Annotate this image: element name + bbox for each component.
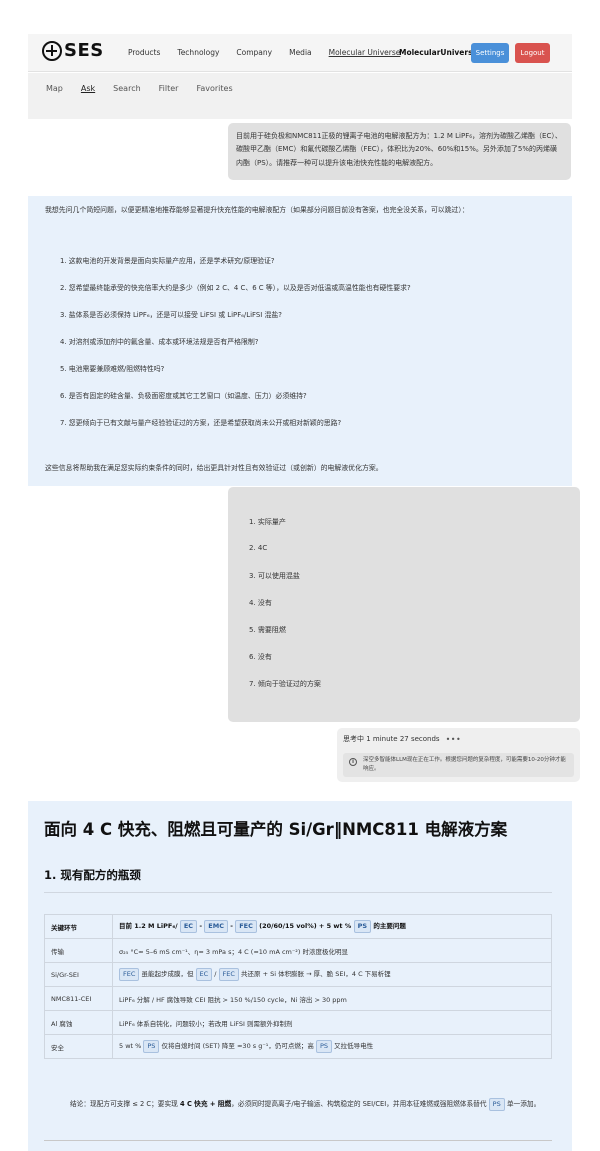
- loading-dots-icon: •••: [445, 734, 462, 744]
- answer-item: 5. 需要阻燃: [249, 626, 286, 634]
- logo-mark-icon: [42, 40, 62, 61]
- thinking-status: 思考中 1 minute 27 seconds ••• i 深空多智能体LLM现…: [337, 728, 580, 782]
- table-header-value: 目前 1.2 M LiPF₆/ EC - EMC - FEC (20/60/15…: [112, 914, 552, 939]
- question-item: 3. 盐体系是否必须保持 LiPF₆，还是可以接受 LiFSI 或 LiPF₆/…: [60, 311, 282, 319]
- table-row: Al 腐蚀 LiPF₆ 体系自钝化，问题较小；若改用 LiFSI 则需额外抑制剂: [44, 1010, 552, 1035]
- conclusion-part: 结论：现配方可支撑 ≤ 2 C；要实现: [70, 1100, 180, 1108]
- thinking-label: 思考中 1 minute 27 seconds: [343, 735, 440, 743]
- nav-media[interactable]: Media: [289, 48, 312, 57]
- header-text: (20/60/15 vol%) + 5 wt %: [259, 922, 352, 930]
- question-item: 6. 是否有固定的硅含量、负极面密度或其它工艺窗口（如温度、压力）必须维持?: [60, 392, 307, 400]
- tab-map[interactable]: Map: [46, 84, 63, 93]
- question-item: 1. 这款电池的开发背景是面向实际量产应用，还是学术研究/原理验证?: [60, 257, 275, 265]
- table-row: 传输 σ₂₅ °C≈ 5–6 mS cm⁻¹、η≈ 3 mPa s；4 C (≈…: [44, 938, 552, 963]
- row-text: 共还原 + Si 体积膨胀 → 厚、脆 SEI，4 C 下易析锂: [241, 970, 391, 978]
- section-divider: [44, 892, 552, 893]
- answer-item: 2. 4C: [249, 544, 268, 552]
- tab-search[interactable]: Search: [113, 84, 140, 93]
- nav-molecular-universe[interactable]: Molecular Universe: [329, 48, 401, 57]
- tag-ec[interactable]: EC: [195, 968, 213, 981]
- settings-button[interactable]: Settings: [471, 43, 509, 63]
- tab-filter[interactable]: Filter: [159, 84, 179, 93]
- conclusion-part: 单一添加。: [506, 1100, 541, 1108]
- header-text: 的主要问题: [373, 922, 406, 930]
- info-icon: i: [349, 758, 357, 766]
- row-text: 虽能起步成膜，但: [141, 970, 194, 978]
- conclusion-part: ，必须同时提高离子/电子输运、构筑稳定的 SEI/CEI，并用本征难燃或强阻燃体…: [231, 1100, 487, 1108]
- tag-ec[interactable]: EC: [179, 920, 198, 933]
- row-value: LiPF₆ 分解 / HF 腐蚀导致 CEI 阻抗 > 150 %/150 cy…: [112, 986, 552, 1011]
- table-row: Si/Gr-SEI FEC 虽能起步成膜，但 EC / FEC 共还原 + Si…: [44, 962, 552, 987]
- tag-ps[interactable]: PS: [353, 920, 372, 933]
- notice-text: 深空多智能体LLM现在正在工作。根据您问题的复杂程度，可能需要10-20分钟才能…: [363, 757, 566, 772]
- question-item: 7. 您更倾向于已有文献与量产经验验证过的方案，还是希望获取尚未公开或相对新颖的…: [60, 419, 342, 427]
- row-key: 传输: [44, 938, 113, 963]
- table-header-key: 关键环节: [44, 914, 113, 939]
- answer-item: 3. 可以使用混盐: [249, 572, 300, 580]
- ses-logo[interactable]: SES: [42, 40, 104, 61]
- row-key: NMC811-CEI: [44, 986, 113, 1011]
- row-key: Si/Gr-SEI: [44, 962, 113, 987]
- row-value: σ₂₅ °C≈ 5–6 mS cm⁻¹、η≈ 3 mPa s；4 C (≈10 …: [112, 938, 552, 963]
- table-header-row: 关键环节 目前 1.2 M LiPF₆/ EC - EMC - FEC (20/…: [44, 914, 552, 939]
- answer-item: 4. 没有: [249, 599, 272, 607]
- row-text: 5 wt %: [119, 1042, 142, 1050]
- notice-box: i 深空多智能体LLM现在正在工作。根据您问题的复杂程度，可能需要10-20分钟…: [343, 753, 574, 777]
- report-panel: 面向 4 C 快充、阻燃且可量产的 Si/Gr‖NMC811 电解液方案 1. …: [28, 801, 572, 1151]
- answer-item: 1. 实际量产: [249, 518, 286, 526]
- row-key: Al 腐蚀: [44, 1010, 113, 1035]
- row-value: FEC 虽能起步成膜，但 EC / FEC 共还原 + Si 体积膨胀 → 厚、…: [112, 962, 552, 987]
- question-item: 2. 您希望最终能承受的快充倍率大约是多少（例如 2 C、4 C、6 C 等），…: [60, 284, 411, 292]
- table-row: 安全 5 wt % PS 仅将自熄时间 (SET) 降至 ≈30 s g⁻¹，仍…: [44, 1034, 552, 1059]
- conclusion-emphasis: 4 C 快充 + 阻燃: [179, 1100, 232, 1108]
- row-text: 仅将自熄时间 (SET) 降至 ≈30 s g⁻¹，仍可点燃；高: [161, 1042, 314, 1050]
- tab-favorites[interactable]: Favorites: [196, 84, 232, 93]
- tag-fec[interactable]: FEC: [218, 968, 239, 981]
- question-item: 5. 电池需要兼顾难燃/阻燃特性吗?: [60, 365, 165, 373]
- row-key: 安全: [44, 1034, 113, 1059]
- user-message: 目前用于硅负极和NMC811正极的锂离子电池的电解液配方为：1.2 M LiPF…: [228, 123, 571, 180]
- row-value: LiPF₆ 体系自钝化，问题较小；若改用 LiFSI 则需额外抑制剂: [112, 1010, 552, 1035]
- report-title: 面向 4 C 快充、阻燃且可量产的 Si/Gr‖NMC811 电解液方案: [44, 820, 508, 839]
- top-navbar: SES Products Technology Company Media Mo…: [28, 34, 572, 72]
- brand-label: MolecularUniverse: [399, 48, 478, 57]
- bottleneck-table: 关键环节 目前 1.2 M LiPF₆/ EC - EMC - FEC (20/…: [44, 914, 552, 1059]
- assistant-intro: 我想先问几个简短问题，以便更精准地推荐能够显著提升快充性能的电解液配方（如果部分…: [45, 206, 469, 214]
- conclusion-text: 结论：现配方可支撑 ≤ 2 C；要实现 4 C 快充 + 阻燃，必须同时提高离子…: [70, 1097, 548, 1112]
- assistant-outro: 这些信息将帮助我在满足您实际约束条件的同时，给出更具针对性且有效验证过（或创新）…: [45, 464, 383, 472]
- nav-products[interactable]: Products: [128, 48, 160, 57]
- tag-fec[interactable]: FEC: [119, 968, 140, 981]
- thinking-row: 思考中 1 minute 27 seconds •••: [343, 734, 461, 744]
- tag-ps[interactable]: PS: [315, 1040, 333, 1053]
- header-text: 目前 1.2 M LiPF₆/: [119, 922, 178, 930]
- logo-text: SES: [64, 40, 104, 61]
- answer-item: 7. 倾向于验证过的方案: [249, 680, 321, 688]
- sub-navbar: Map Ask Search Filter Favorites: [28, 73, 572, 119]
- question-item: 4. 对溶剂或添加剂中的氟含量、成本或环境法规是否有严格限制?: [60, 338, 259, 346]
- tag-ps[interactable]: PS: [488, 1098, 505, 1111]
- tag-fec[interactable]: FEC: [235, 920, 257, 933]
- tag-emc[interactable]: EMC: [204, 920, 228, 933]
- table-row: NMC811-CEI LiPF₆ 分解 / HF 腐蚀导致 CEI 阻抗 > 1…: [44, 986, 552, 1011]
- logout-button[interactable]: Logout: [515, 43, 550, 63]
- tab-ask[interactable]: Ask: [81, 84, 95, 93]
- section-title: 1. 现有配方的瓶颈: [44, 868, 141, 882]
- nav-company[interactable]: Company: [236, 48, 272, 57]
- main-nav: Products Technology Company Media Molecu…: [128, 48, 400, 57]
- app-frame: SES Products Technology Company Media Mo…: [28, 31, 580, 1151]
- answer-item: 6. 没有: [249, 653, 272, 661]
- report-divider: [44, 1140, 552, 1141]
- sub-nav-tabs: Map Ask Search Filter Favorites: [46, 84, 233, 93]
- assistant-message: 我想先问几个简短问题，以便更精准地推荐能够显著提升快充性能的电解液配方（如果部分…: [28, 196, 572, 486]
- tag-ps[interactable]: PS: [143, 1040, 160, 1053]
- nav-technology[interactable]: Technology: [177, 48, 219, 57]
- row-value: 5 wt % PS 仅将自熄时间 (SET) 降至 ≈30 s g⁻¹，仍可点燃…: [112, 1034, 552, 1059]
- user-answers-message: 1. 实际量产 2. 4C 3. 可以使用混盐 4. 没有 5. 需要阻燃 6.…: [228, 487, 580, 722]
- row-text: 又拉低导电性: [334, 1042, 374, 1050]
